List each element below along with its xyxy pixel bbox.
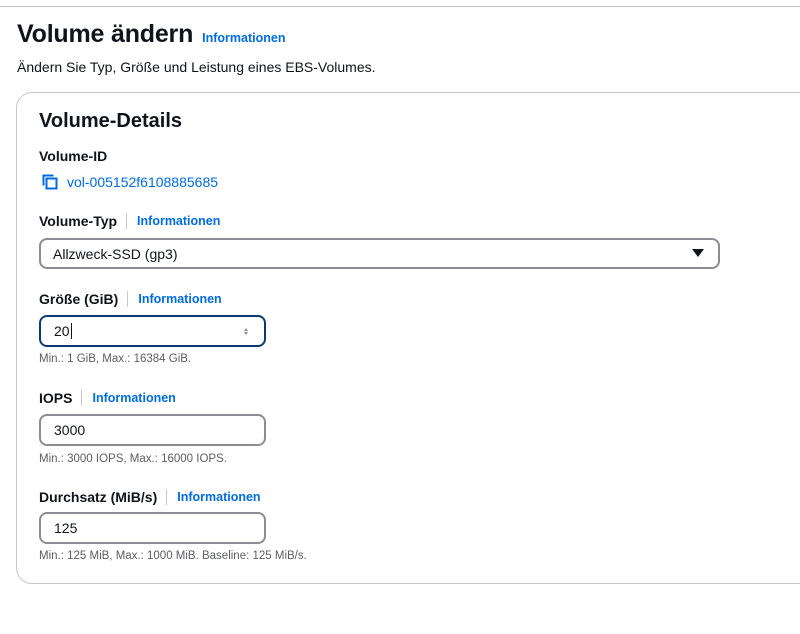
page-description: Ändern Sie Typ, Größe und Leistung eines… — [17, 59, 376, 75]
page-header: Volume ändern Informationen Ändern Sie T… — [17, 20, 376, 75]
throughput-hint: Min.: 125 MiB, Max.: 1000 MiB. Baseline:… — [39, 550, 307, 562]
volume-id-link[interactable]: vol-005152f6108885685 — [67, 174, 218, 190]
label-divider — [127, 291, 129, 307]
throughput-info-link[interactable]: Informationen — [177, 490, 260, 504]
label-divider — [81, 390, 83, 406]
volume-type-selected-value: Allzweck-SSD (gp3) — [53, 245, 178, 262]
size-input-value: 20 — [54, 323, 70, 339]
number-spinner-icon[interactable] — [242, 325, 250, 337]
page-info-link[interactable]: Informationen — [202, 31, 285, 45]
iops-input[interactable]: 3000 — [39, 414, 266, 446]
title-row: Volume ändern Informationen — [17, 20, 376, 49]
volume-type-info-link[interactable]: Informationen — [137, 214, 220, 228]
top-divider — [0, 6, 800, 7]
caret-down-icon — [692, 249, 704, 257]
volume-type-label: Volume-Typ — [39, 213, 118, 229]
volume-id-label-row: Volume-ID — [39, 148, 107, 164]
throughput-input-value: 125 — [54, 520, 78, 536]
volume-type-label-row: Volume-Typ Informationen — [39, 213, 220, 229]
card-title: Volume-Details — [39, 110, 182, 132]
volume-id-label: Volume-ID — [39, 148, 108, 164]
size-input[interactable]: 20 — [39, 315, 266, 347]
page-title: Volume ändern — [17, 20, 194, 48]
iops-hint: Min.: 3000 IOPS, Max.: 16000 IOPS. — [39, 453, 227, 465]
throughput-input[interactable]: 125 — [39, 512, 266, 544]
label-divider — [126, 213, 128, 229]
iops-input-value: 3000 — [54, 422, 86, 438]
label-divider — [166, 489, 168, 505]
size-info-link[interactable]: Informationen — [138, 292, 221, 306]
iops-label: IOPS — [39, 390, 73, 406]
iops-label-row: IOPS Informationen — [39, 390, 176, 406]
volume-details-card: Volume-Details Volume-ID vol-005152f6108… — [16, 92, 800, 584]
copy-icon[interactable] — [41, 173, 59, 191]
throughput-label: Durchsatz (MiB/s) — [39, 489, 158, 505]
iops-info-link[interactable]: Informationen — [92, 391, 175, 405]
size-label-row: Größe (GiB) Informationen — [39, 291, 222, 307]
volume-type-select[interactable]: Allzweck-SSD (gp3) — [39, 238, 720, 269]
size-hint: Min.: 1 GiB, Max.: 16384 GiB. — [39, 353, 192, 365]
volume-id-row: vol-005152f6108885685 — [41, 173, 218, 191]
text-cursor — [70, 323, 72, 339]
throughput-label-row: Durchsatz (MiB/s) Informationen — [39, 489, 261, 505]
size-label: Größe (GiB) — [39, 291, 119, 307]
